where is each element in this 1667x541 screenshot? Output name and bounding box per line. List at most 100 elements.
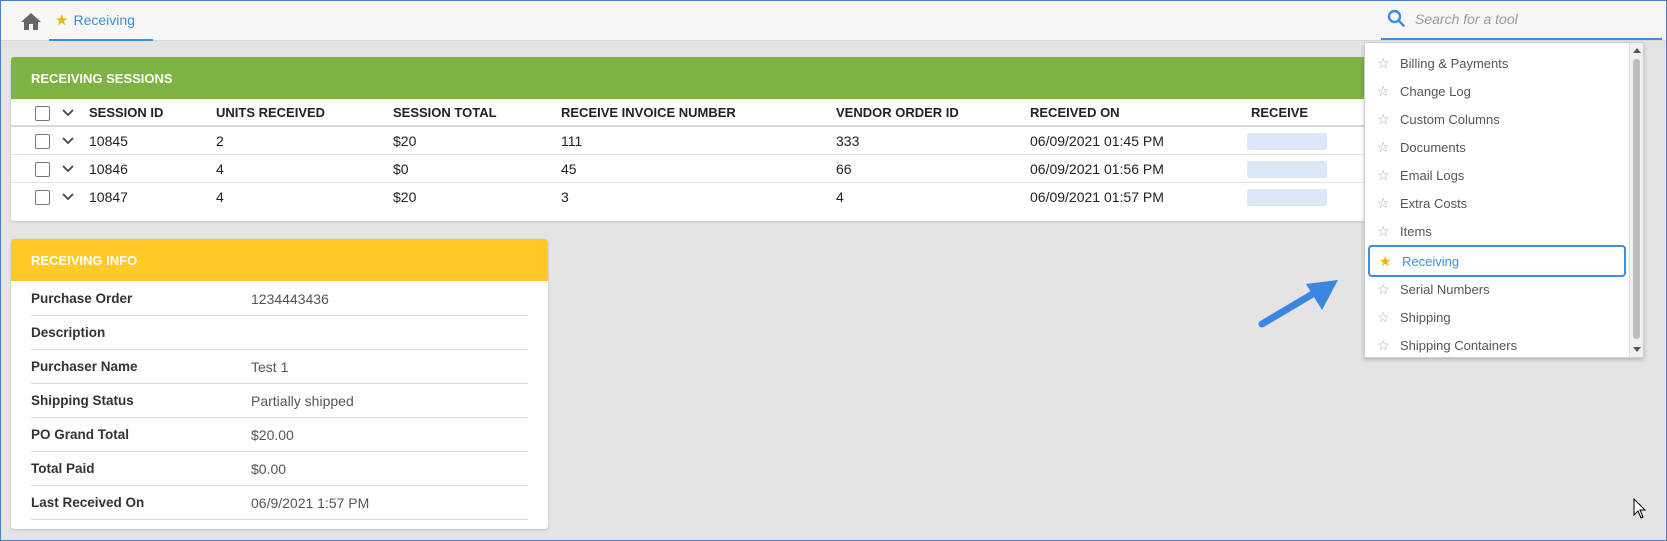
field-value: $20.00 [251, 427, 294, 443]
menu-item-serial-numbers[interactable]: ☆ Serial Numbers [1365, 275, 1629, 303]
star-outline-icon[interactable]: ☆ [1377, 281, 1391, 298]
menu-item-label: Documents [1400, 139, 1466, 155]
menu-item-label: Receiving [1402, 253, 1460, 269]
favorite-star-icon: ★ [55, 11, 69, 29]
cell-vendor-order-id: 66 [836, 161, 852, 177]
field-label: Total Paid [31, 461, 95, 476]
cell-units-received: 4 [216, 189, 224, 205]
table-row[interactable]: 10847 4 $20 3 4 06/09/2021 01:57 PM [11, 183, 1401, 211]
field-label: Description [31, 325, 106, 340]
select-all-checkbox[interactable] [35, 106, 50, 121]
star-outline-icon[interactable]: ☆ [1377, 55, 1391, 72]
cell-session-id: 10846 [89, 161, 128, 177]
home-icon[interactable] [19, 10, 43, 32]
star-outline-icon[interactable]: ☆ [1377, 195, 1391, 212]
dropdown-scrollbar[interactable] [1629, 43, 1643, 357]
field-value: 1234443436 [251, 291, 329, 307]
cell-units-received: 2 [216, 133, 224, 149]
cell-received-on: 06/09/2021 01:56 PM [1030, 161, 1164, 177]
cell-received-on: 06/09/2021 01:57 PM [1030, 189, 1164, 205]
menu-item-custom-columns[interactable]: ☆ Custom Columns [1365, 105, 1629, 133]
mouse-cursor-icon [1633, 497, 1647, 520]
star-outline-icon[interactable]: ☆ [1377, 83, 1391, 100]
menu-item-extra-costs[interactable]: ☆ Extra Costs [1365, 189, 1629, 217]
panel-title: RECEIVING INFO [11, 239, 548, 281]
tab-label: Receiving [73, 12, 135, 28]
chevron-down-icon[interactable] [62, 183, 76, 211]
chevron-down-icon[interactable] [62, 127, 76, 155]
info-row-purchase-order: Purchase Order 1234443436 [31, 282, 528, 316]
column-header[interactable]: UNITS RECEIVED [216, 99, 325, 127]
star-outline-icon[interactable]: ☆ [1377, 111, 1391, 128]
field-value: Test 1 [251, 359, 289, 375]
receiving-sessions-panel: RECEIVING SESSIONS SESSION ID UNITS RECE… [11, 57, 1401, 221]
redacted-cell [1247, 189, 1327, 206]
panel-title: RECEIVING SESSIONS [11, 57, 1401, 99]
menu-item-change-log[interactable]: ☆ Change Log [1365, 77, 1629, 105]
column-header[interactable]: RECEIVE INVOICE NUMBER [561, 99, 736, 127]
scroll-up-icon[interactable] [1633, 48, 1641, 53]
menu-item-label: Billing & Payments [1400, 55, 1509, 71]
cell-units-received: 4 [216, 161, 224, 177]
table-row[interactable]: 10846 4 $0 45 66 06/09/2021 01:56 PM [11, 155, 1401, 183]
tool-dropdown-menu: ☆ Billing & Payments ☆ Change Log ☆ Cust… [1364, 42, 1644, 358]
cell-vendor-order-id: 333 [836, 133, 860, 149]
menu-item-shipping-containers[interactable]: ☆ Shipping Containers [1365, 331, 1629, 359]
column-header[interactable]: RECEIVE [1251, 99, 1308, 127]
star-outline-icon[interactable]: ☆ [1377, 223, 1391, 240]
cell-received-on: 06/09/2021 01:45 PM [1030, 133, 1164, 149]
redacted-cell [1247, 133, 1327, 150]
column-header[interactable]: VENDOR ORDER ID [836, 99, 959, 127]
redacted-cell [1247, 161, 1327, 178]
tab-receiving[interactable]: ★ Receiving [49, 1, 153, 41]
cell-invoice-number: 3 [561, 189, 569, 205]
menu-item-label: Items [1400, 223, 1432, 239]
cell-vendor-order-id: 4 [836, 189, 844, 205]
field-label: Shipping Status [31, 393, 134, 408]
column-header[interactable]: SESSION ID [89, 99, 163, 127]
column-header[interactable]: RECEIVED ON [1030, 99, 1120, 127]
menu-item-label: Extra Costs [1400, 195, 1468, 211]
menu-item-label: Shipping [1400, 309, 1451, 325]
cell-invoice-number: 45 [561, 161, 577, 177]
field-label: Purchase Order [31, 291, 133, 306]
table-row[interactable]: 10845 2 $20 111 333 06/09/2021 01:45 PM [11, 127, 1401, 155]
cell-session-total: $0 [393, 161, 409, 177]
field-value: Partially shipped [251, 393, 354, 409]
search-input[interactable] [1415, 11, 1645, 27]
info-row-total-paid: Total Paid $0.00 [31, 452, 528, 486]
menu-item-label: Custom Columns [1400, 111, 1500, 127]
field-value: $0.00 [251, 461, 287, 477]
info-row-purchaser-name: Purchaser Name Test 1 [31, 350, 528, 384]
menu-item-receiving[interactable]: ★ Receiving [1368, 245, 1626, 277]
chevron-down-icon[interactable] [62, 99, 76, 127]
cell-session-id: 10845 [89, 133, 128, 149]
menu-item-label: Shipping Containers [1400, 337, 1518, 353]
scroll-down-icon[interactable] [1633, 347, 1641, 352]
star-filled-icon[interactable]: ★ [1379, 253, 1393, 270]
row-checkbox[interactable] [35, 134, 50, 149]
search-icon [1387, 9, 1405, 30]
cell-session-total: $20 [393, 189, 417, 205]
star-outline-icon[interactable]: ☆ [1377, 167, 1391, 184]
tool-search[interactable] [1381, 0, 1662, 40]
field-label: Purchaser Name [31, 359, 138, 374]
star-outline-icon[interactable]: ☆ [1377, 337, 1391, 354]
row-checkbox[interactable] [35, 162, 50, 177]
scroll-thumb[interactable] [1633, 59, 1640, 339]
cell-session-total: $20 [393, 133, 417, 149]
menu-item-items[interactable]: ☆ Items [1365, 217, 1629, 245]
menu-item-billing-payments[interactable]: ☆ Billing & Payments [1365, 49, 1629, 77]
cell-invoice-number: 111 [561, 133, 583, 149]
field-label: PO Grand Total [31, 427, 130, 442]
info-row-po-grand-total: PO Grand Total $20.00 [31, 418, 528, 452]
menu-item-email-logs[interactable]: ☆ Email Logs [1365, 161, 1629, 189]
chevron-down-icon[interactable] [62, 155, 76, 183]
star-outline-icon[interactable]: ☆ [1377, 139, 1391, 156]
star-outline-icon[interactable]: ☆ [1377, 309, 1391, 326]
menu-item-documents[interactable]: ☆ Documents [1365, 133, 1629, 161]
info-row-shipping-status: Shipping Status Partially shipped [31, 384, 528, 418]
menu-item-shipping[interactable]: ☆ Shipping [1365, 303, 1629, 331]
column-header[interactable]: SESSION TOTAL [393, 99, 497, 127]
row-checkbox[interactable] [35, 190, 50, 205]
